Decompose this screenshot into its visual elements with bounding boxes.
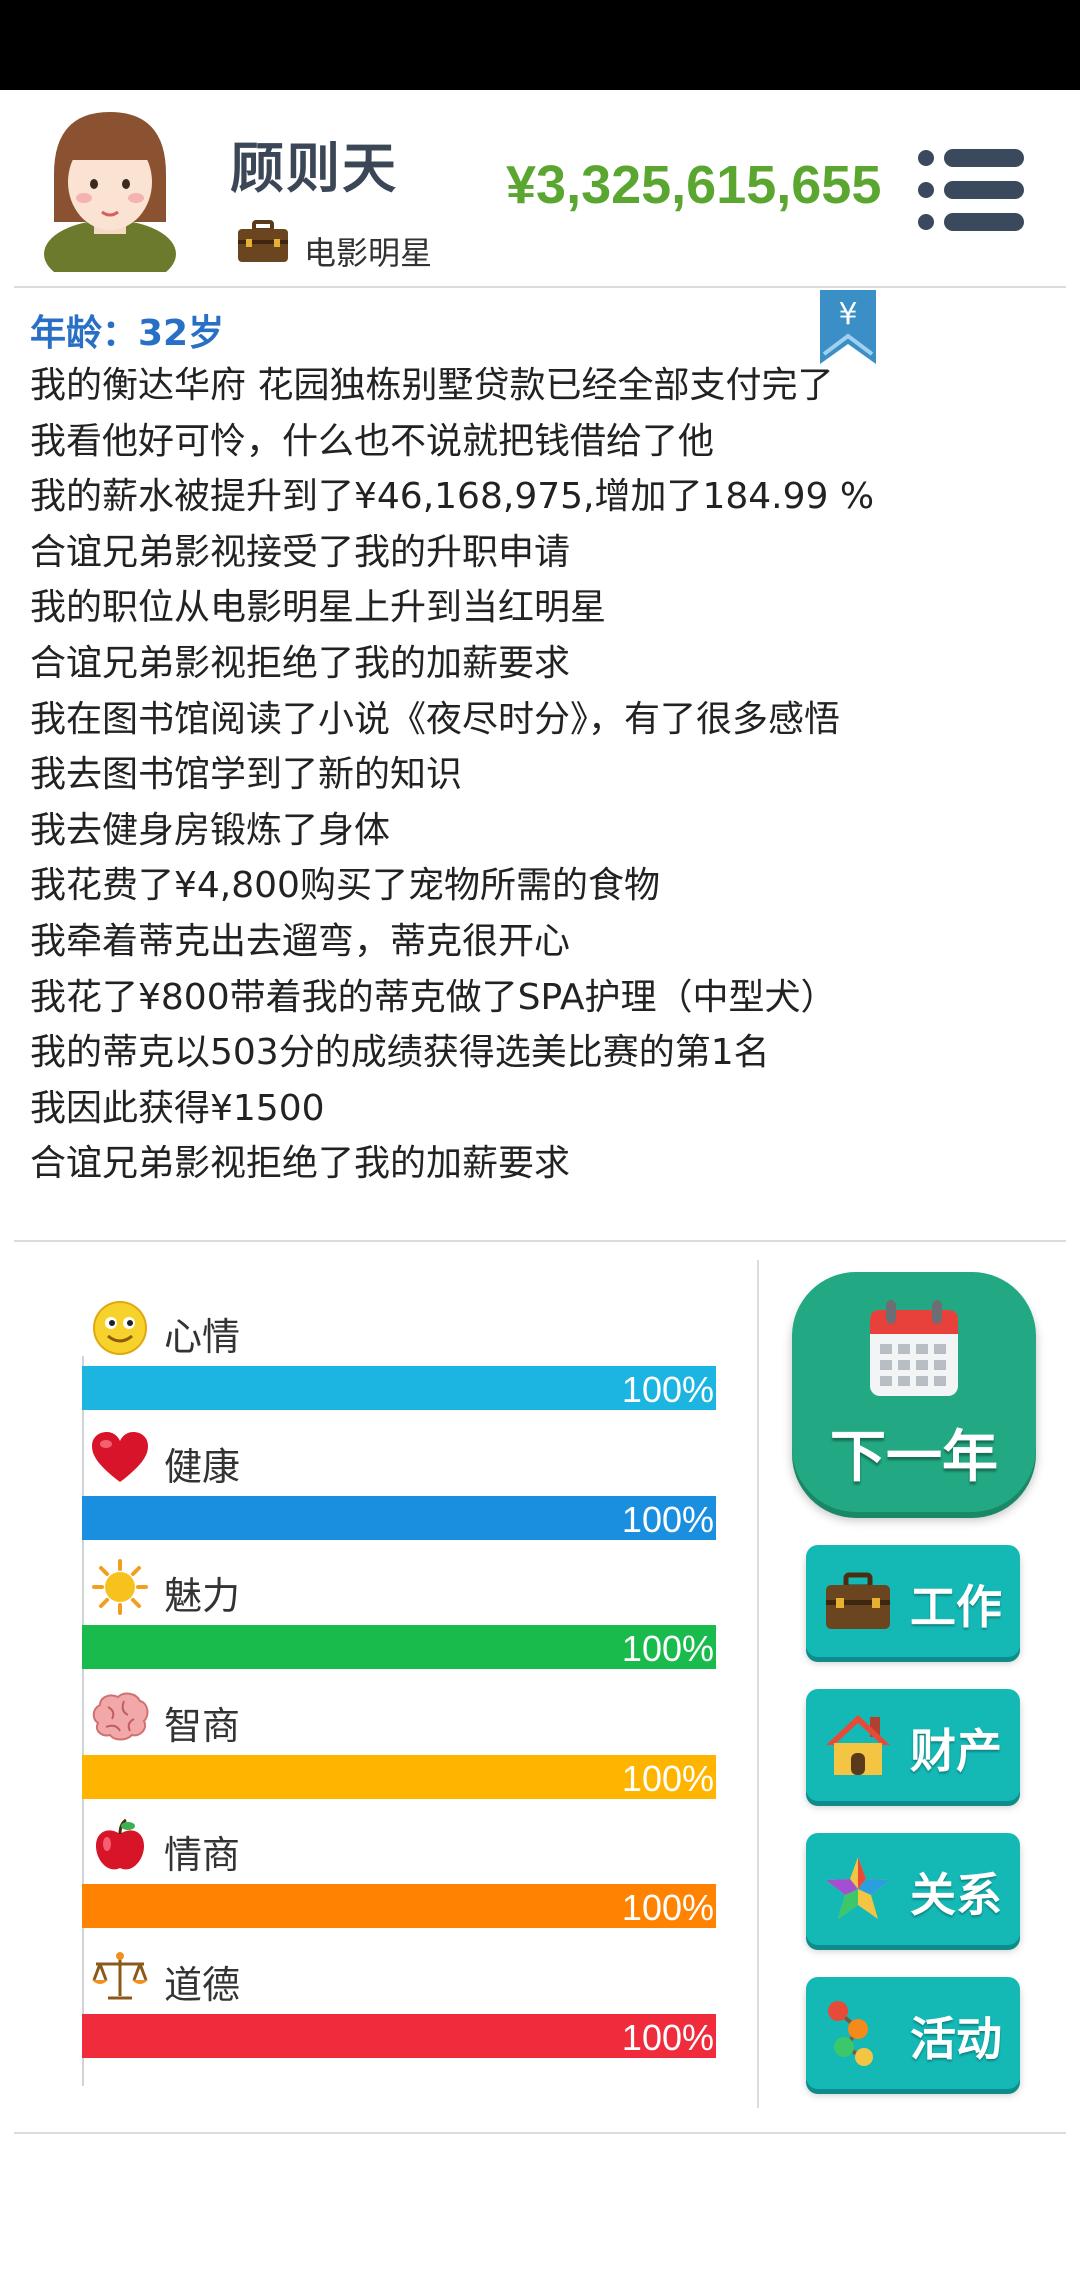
stat-percent: 100% (621, 1628, 714, 1669)
log-divider (14, 1240, 1066, 1242)
stat-label: 魅力 (164, 1574, 241, 1618)
bookmark-symbol: ¥ (838, 297, 857, 332)
stat-row: 情商 100% (82, 1818, 716, 1948)
stat-bar: 100% (82, 1495, 716, 1540)
bottom-divider (14, 2132, 1066, 2134)
bookmark-icon[interactable]: ¥ (818, 290, 878, 366)
money-balance: ¥3,325,615,655 (506, 155, 882, 215)
stat-bar-fill (82, 2013, 716, 2058)
stat-bar: 100% (82, 1754, 716, 1799)
stat-row: 道德 100% (82, 1948, 716, 2078)
stat-label: 健康 (164, 1444, 241, 1489)
job-title: 电影明星 (304, 234, 433, 272)
log-entry: 我因此获得¥1500 (30, 1087, 325, 1129)
stat-label: 道德 (164, 1962, 241, 2007)
next-year-button[interactable]: 下一年 (792, 1272, 1036, 1512)
stat-bar: 100% (82, 2013, 716, 2058)
log-entry: 我看他好可怜，什么也不说就把钱借给了他 (30, 420, 715, 462)
relations-label: 关系 (910, 1868, 1002, 1922)
event-log: 我的衡达华府 花园独栋别墅贷款已经全部支付完了 我看他好可怜，什么也不说就把钱借给… (30, 358, 874, 1192)
stat-row: 心情 100% (82, 1300, 716, 1430)
next-year-label: 下一年 (830, 1425, 998, 1490)
calendar-icon (870, 1300, 958, 1396)
log-entry: 我的职位从电影明星上升到当红明星 (30, 587, 607, 629)
log-entry: 我的蒂克以503分的成绩获得选美比赛的第1名 (30, 1032, 770, 1074)
brain-icon (90, 1689, 150, 1745)
sun-icon (90, 1559, 150, 1615)
stat-row: 健康 100% (82, 1430, 716, 1560)
stat-bar-fill (82, 1625, 716, 1669)
log-entry: 合谊兄弟影视拒绝了我的加薪要求 (30, 642, 571, 684)
star-icon (826, 1857, 890, 1919)
stat-bar-fill (82, 1754, 716, 1799)
avatar[interactable] (40, 104, 180, 272)
stat-label: 心情 (164, 1315, 241, 1359)
stat-bar-fill (82, 1884, 716, 1928)
log-entry: 我的薪水被提升到了¥46,168,975,增加了184.99 % (30, 476, 875, 518)
log-entry: 我花了¥800带着我的蒂克做了SPA护理（中型犬） (30, 976, 837, 1018)
log-entry: 我花费了¥4,800购买了宠物所需的食物 (30, 865, 660, 907)
menu-icon[interactable] (918, 146, 1026, 234)
heart-icon (90, 1430, 150, 1486)
stat-row: 魅力 100% (82, 1559, 716, 1689)
log-entry: 合谊兄弟影视接受了我的升职申请 (30, 531, 571, 573)
work-button[interactable]: 工作 (806, 1545, 1020, 1657)
profile-header: 顾则天 电影明星 ¥3,325,615,655 (0, 90, 1080, 286)
stat-row: 智商 100% (82, 1689, 716, 1819)
stat-bar: 100% (82, 1884, 716, 1928)
stat-percent: 100% (621, 1498, 714, 1540)
log-entry: 合谊兄弟影视拒绝了我的加薪要求 (30, 1143, 571, 1185)
stat-percent: 100% (621, 1757, 714, 1799)
log-entry: 我在图书馆阅读了小说《夜尽时分》，有了很多感悟 (30, 698, 841, 740)
log-entry: 我去图书馆学到了新的知识 (30, 754, 463, 796)
activity-icon (828, 2001, 873, 2066)
briefcase-icon (238, 220, 288, 262)
house-icon (826, 1715, 890, 1775)
activity-button[interactable]: 活动 (806, 1977, 1020, 2089)
status-bar (0, 0, 1080, 90)
apple-icon (90, 1818, 150, 1874)
stat-bar: 100% (82, 1625, 716, 1669)
stat-percent: 100% (621, 2016, 714, 2058)
stat-bar-fill (82, 1366, 716, 1410)
work-label: 工作 (910, 1580, 1002, 1634)
age-label: 年龄：32岁 (30, 313, 225, 354)
log-entry: 我的衡达华府 花园独栋别墅贷款已经全部支付完了 (30, 365, 834, 406)
smiley-icon (90, 1300, 150, 1356)
log-entry: 我牵着蒂克出去遛弯，蒂克很开心 (30, 920, 571, 962)
stat-bar: 100% (82, 1366, 716, 1410)
panel-divider (757, 1260, 759, 2108)
scales-icon (90, 1948, 150, 2004)
stat-bar-fill (82, 1495, 716, 1540)
stat-percent: 100% (621, 1887, 714, 1928)
header-divider (14, 286, 1066, 288)
activity-label: 活动 (910, 2012, 1002, 2066)
property-button[interactable]: 财产 (806, 1689, 1020, 1801)
briefcase-icon (826, 1572, 890, 1629)
stat-percent: 100% (621, 1369, 714, 1410)
property-label: 财产 (910, 1724, 1002, 1778)
stat-label: 智商 (164, 1703, 241, 1748)
log-entry: 我去健身房锻炼了身体 (30, 809, 391, 851)
relations-button[interactable]: 关系 (806, 1833, 1020, 1945)
stat-label: 情商 (164, 1833, 241, 1877)
player-name: 顾则天 (230, 137, 398, 200)
